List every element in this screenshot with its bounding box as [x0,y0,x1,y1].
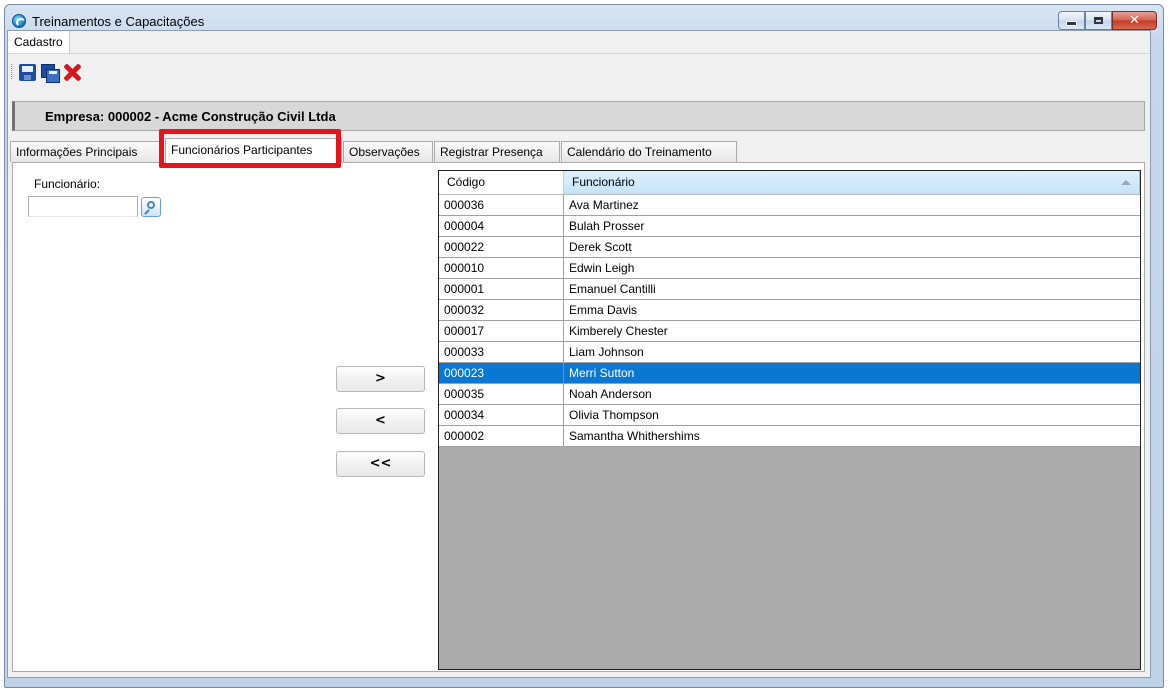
minimize-icon [1066,21,1077,26]
app-icon [12,14,26,28]
tab-registrar-presenca[interactable]: Registrar Presença [434,141,560,162]
table-row[interactable]: 000017 Kimberely Chester [439,321,1140,342]
cell-code: 000017 [439,321,564,341]
cell-code: 000034 [439,405,564,425]
cell-employee: Samantha Whithershims [569,429,700,443]
table-row[interactable]: 000034 Olivia Thompson [439,405,1140,426]
save-icon[interactable] [19,64,36,81]
table-row[interactable]: 000004 Bulah Prosser [439,216,1140,237]
cell-employee: Liam Johnson [569,345,644,359]
cell-employee: Noah Anderson [569,387,652,401]
employee-search-button[interactable] [141,197,161,217]
grid-body: 000036 Ava Martinez 000004 Bulah Prosser 0… [439,195,1140,447]
table-row[interactable]: 000010 Edwin Leigh [439,258,1140,279]
menu-bar: Cadastro [8,31,1150,53]
maximize-button[interactable] [1085,11,1112,30]
cell-code: 000036 [439,195,564,215]
table-row[interactable]: 000002 Samantha Whithershims [439,426,1140,447]
cell-employee: Emma Davis [569,303,638,317]
cell-code: 000004 [439,216,564,236]
sort-ascending-icon [1121,180,1131,185]
table-row[interactable]: 000022 Derek Scott [439,237,1140,258]
window-controls: ✕ [1058,11,1157,30]
remove-employee-button[interactable]: < [336,408,425,434]
cell-code: 000010 [439,258,564,278]
cell-employee: Edwin Leigh [569,261,635,275]
maximize-icon [1094,17,1103,24]
cell-code: 000033 [439,342,564,362]
table-row[interactable]: 000001 Emanuel Cantilli [439,279,1140,300]
close-icon: ✕ [1129,13,1140,28]
delete-icon[interactable] [62,62,82,82]
cell-employee: Kimberely Chester [569,324,668,338]
grid-header: Código Funcionário [439,171,1140,195]
cell-code: 000001 [439,279,564,299]
cell-code: 000035 [439,384,564,404]
tab-informacoes-principais[interactable]: Informações Principais [10,141,164,162]
toolbar-grip[interactable] [11,64,14,79]
cell-employee: Bulah Prosser [569,219,645,233]
cell-code: 000022 [439,237,564,257]
cell-code: 000002 [439,426,564,446]
cell-employee: Olivia Thompson [569,408,659,422]
tab-observacoes[interactable]: Observações [343,141,433,162]
table-row[interactable]: 000033 Liam Johnson [439,342,1140,363]
company-panel: Empresa: 000002 - Acme Construção Civil … [12,101,1145,131]
window-title: Treinamentos e Capacitações [32,14,205,29]
column-header-code[interactable]: Código [439,171,564,194]
employee-field-label: Funcionário: [34,177,101,191]
table-row[interactable]: 000036 Ava Martinez [439,195,1140,216]
company-label: Empresa: 000002 - Acme Construção Civil … [45,109,336,124]
table-row[interactable]: 000032 Emma Davis [439,300,1140,321]
toolbar [8,53,1150,86]
table-row-selected[interactable]: 000023 Merri Sutton [439,363,1140,384]
tab-calendario-do-treinamento[interactable]: Calendário do Treinamento [561,141,737,162]
cell-employee: Emanuel Cantilli [569,282,656,296]
close-button[interactable]: ✕ [1112,11,1157,30]
column-header-employee[interactable]: Funcionário [564,171,1140,194]
search-icon [147,201,155,209]
active-tab-highlight [159,129,341,168]
cell-employee: Merri Sutton [569,366,635,380]
cell-employee: Ava Martinez [569,198,639,212]
employee-input[interactable] [28,196,138,217]
cell-code: 000023 [439,363,564,383]
cell-employee: Derek Scott [569,240,632,254]
table-row[interactable]: 000035 Noah Anderson [439,384,1140,405]
remove-all-employees-button[interactable]: << [336,451,425,477]
column-header-employee-label: Funcionário [572,175,635,189]
minimize-button[interactable] [1058,11,1085,30]
menu-cadastro[interactable]: Cadastro [8,31,70,53]
cell-code: 000032 [439,300,564,320]
add-employee-button[interactable]: > [336,366,425,392]
participants-grid[interactable]: Código Funcionário 000036 Ava Martinez 00… [438,170,1141,670]
copy-icon[interactable] [41,64,60,83]
